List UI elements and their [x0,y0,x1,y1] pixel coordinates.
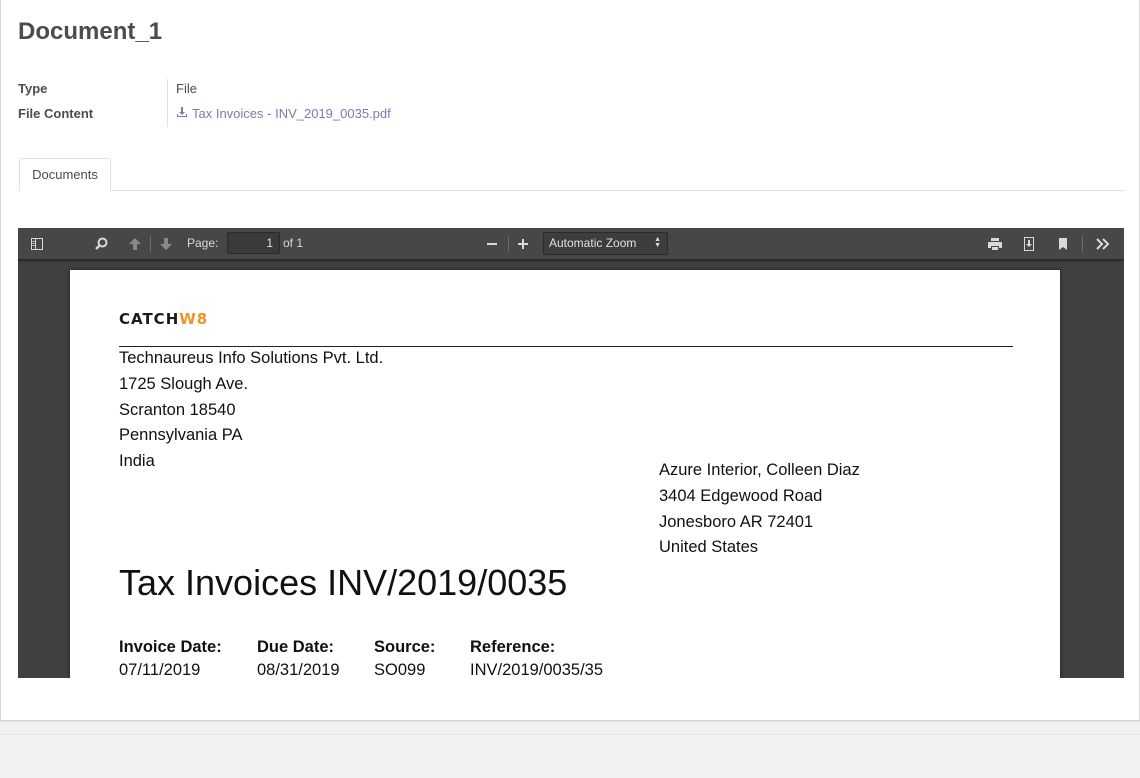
toolbar-separator [508,236,509,252]
minus-icon [487,243,497,245]
reference-block: Reference: INV/2019/0035/35 [470,638,603,678]
print-button[interactable] [984,233,1006,255]
reference-label: Reference: [470,638,556,656]
invoice-date-value: 07/11/2019 [119,661,201,678]
invoice-title: Tax Invoices INV/2019/0035 [119,562,568,603]
next-page-button[interactable] [155,233,177,255]
source-value: SO099 [374,661,426,678]
company-name: Technaureus Info Solutions Pvt. Ltd. [119,349,384,367]
zoom-value: Automatic Zoom [549,236,637,250]
source-block: Source: SO099 [374,638,435,678]
pdf-toolbar: Page: 1 of 1 Automatic Zoom ▲ ▼ [18,228,1124,260]
form-sheet: Document_1 Type File Content File Tax In… [0,0,1140,721]
logo-text-accent: W8 [179,310,209,328]
type-label: Type [18,81,48,96]
arrow-up-icon [129,238,141,250]
type-value: File [176,81,197,96]
logo-text-dark: CATCH [119,310,180,328]
due-date-value: 08/31/2019 [257,661,340,678]
company-address: Technaureus Info Solutions Pvt. Ltd. 172… [119,346,383,475]
company-line2: Scranton 18540 [119,400,236,419]
file-name: Tax Invoices - INV_2019_0035.pdf [192,106,391,121]
zoom-select[interactable]: Automatic Zoom ▲ ▼ [543,232,668,255]
toolbar-separator [150,236,151,252]
previous-page-button[interactable] [124,233,146,255]
zoom-in-button[interactable] [512,233,534,255]
customer-line3: United States [659,538,759,557]
tools-button[interactable] [1092,233,1114,255]
bookmark-button[interactable] [1052,233,1074,255]
reference-value: INV/2019/0035/35 [470,661,604,678]
company-line3: Pennsylvania PA [119,426,243,445]
plus-icon [518,239,528,249]
double-chevron-right-icon [1096,238,1110,250]
customer-line1: 3404 Edgewood Road [659,486,823,505]
tabs-divider [18,190,1125,191]
customer-name: Azure Interior, Colleen Diaz [659,461,860,479]
pdf-viewer: Page: 1 of 1 Automatic Zoom ▲ ▼ CATCHW8 … [18,228,1124,678]
invoice-date-label: Invoice Date: [119,638,222,656]
select-arrows-icon: ▲ ▼ [654,236,661,249]
page-number-input[interactable]: 1 [227,232,280,254]
source-label: Source: [374,638,436,656]
arrow-down-icon [160,238,172,250]
bookmark-icon [1059,238,1067,250]
download-icon [1024,237,1034,251]
customer-line2: Jonesboro AR 72401 [659,512,814,531]
download-button[interactable] [1018,233,1040,255]
sidebar-toggle-button[interactable] [26,233,48,255]
footer-area [0,721,1140,778]
company-logo: CATCHW8 [119,310,208,328]
zoom-out-button[interactable] [481,233,503,255]
footer-divider [0,734,1140,735]
pdf-page: CATCHW8 Technaureus Info Solutions Pvt. … [70,270,1060,678]
file-download-link[interactable]: Tax Invoices - INV_2019_0035.pdf [176,106,391,121]
page-total: of 1 [283,236,304,250]
search-icon [95,237,108,250]
print-icon [988,238,1002,250]
field-separator [167,79,168,127]
find-button[interactable] [90,233,112,255]
due-date-block: Due Date: 08/31/2019 [257,638,340,678]
tab-documents[interactable]: Documents [19,158,111,191]
page-label: Page: [187,236,219,250]
company-line4: India [119,452,155,471]
invoice-date-block: Invoice Date: 07/11/2019 [119,638,222,678]
due-date-label: Due Date: [257,638,335,656]
download-icon [176,106,188,121]
file-content-label: File Content [18,106,94,121]
page-title: Document_1 [18,18,163,45]
customer-address: Azure Interior, Colleen Diaz 3404 Edgewo… [659,458,860,561]
company-line1: 1725 Slough Ave. [119,374,249,393]
toolbar-separator [1082,236,1083,252]
sidebar-toggle-icon [31,238,43,250]
